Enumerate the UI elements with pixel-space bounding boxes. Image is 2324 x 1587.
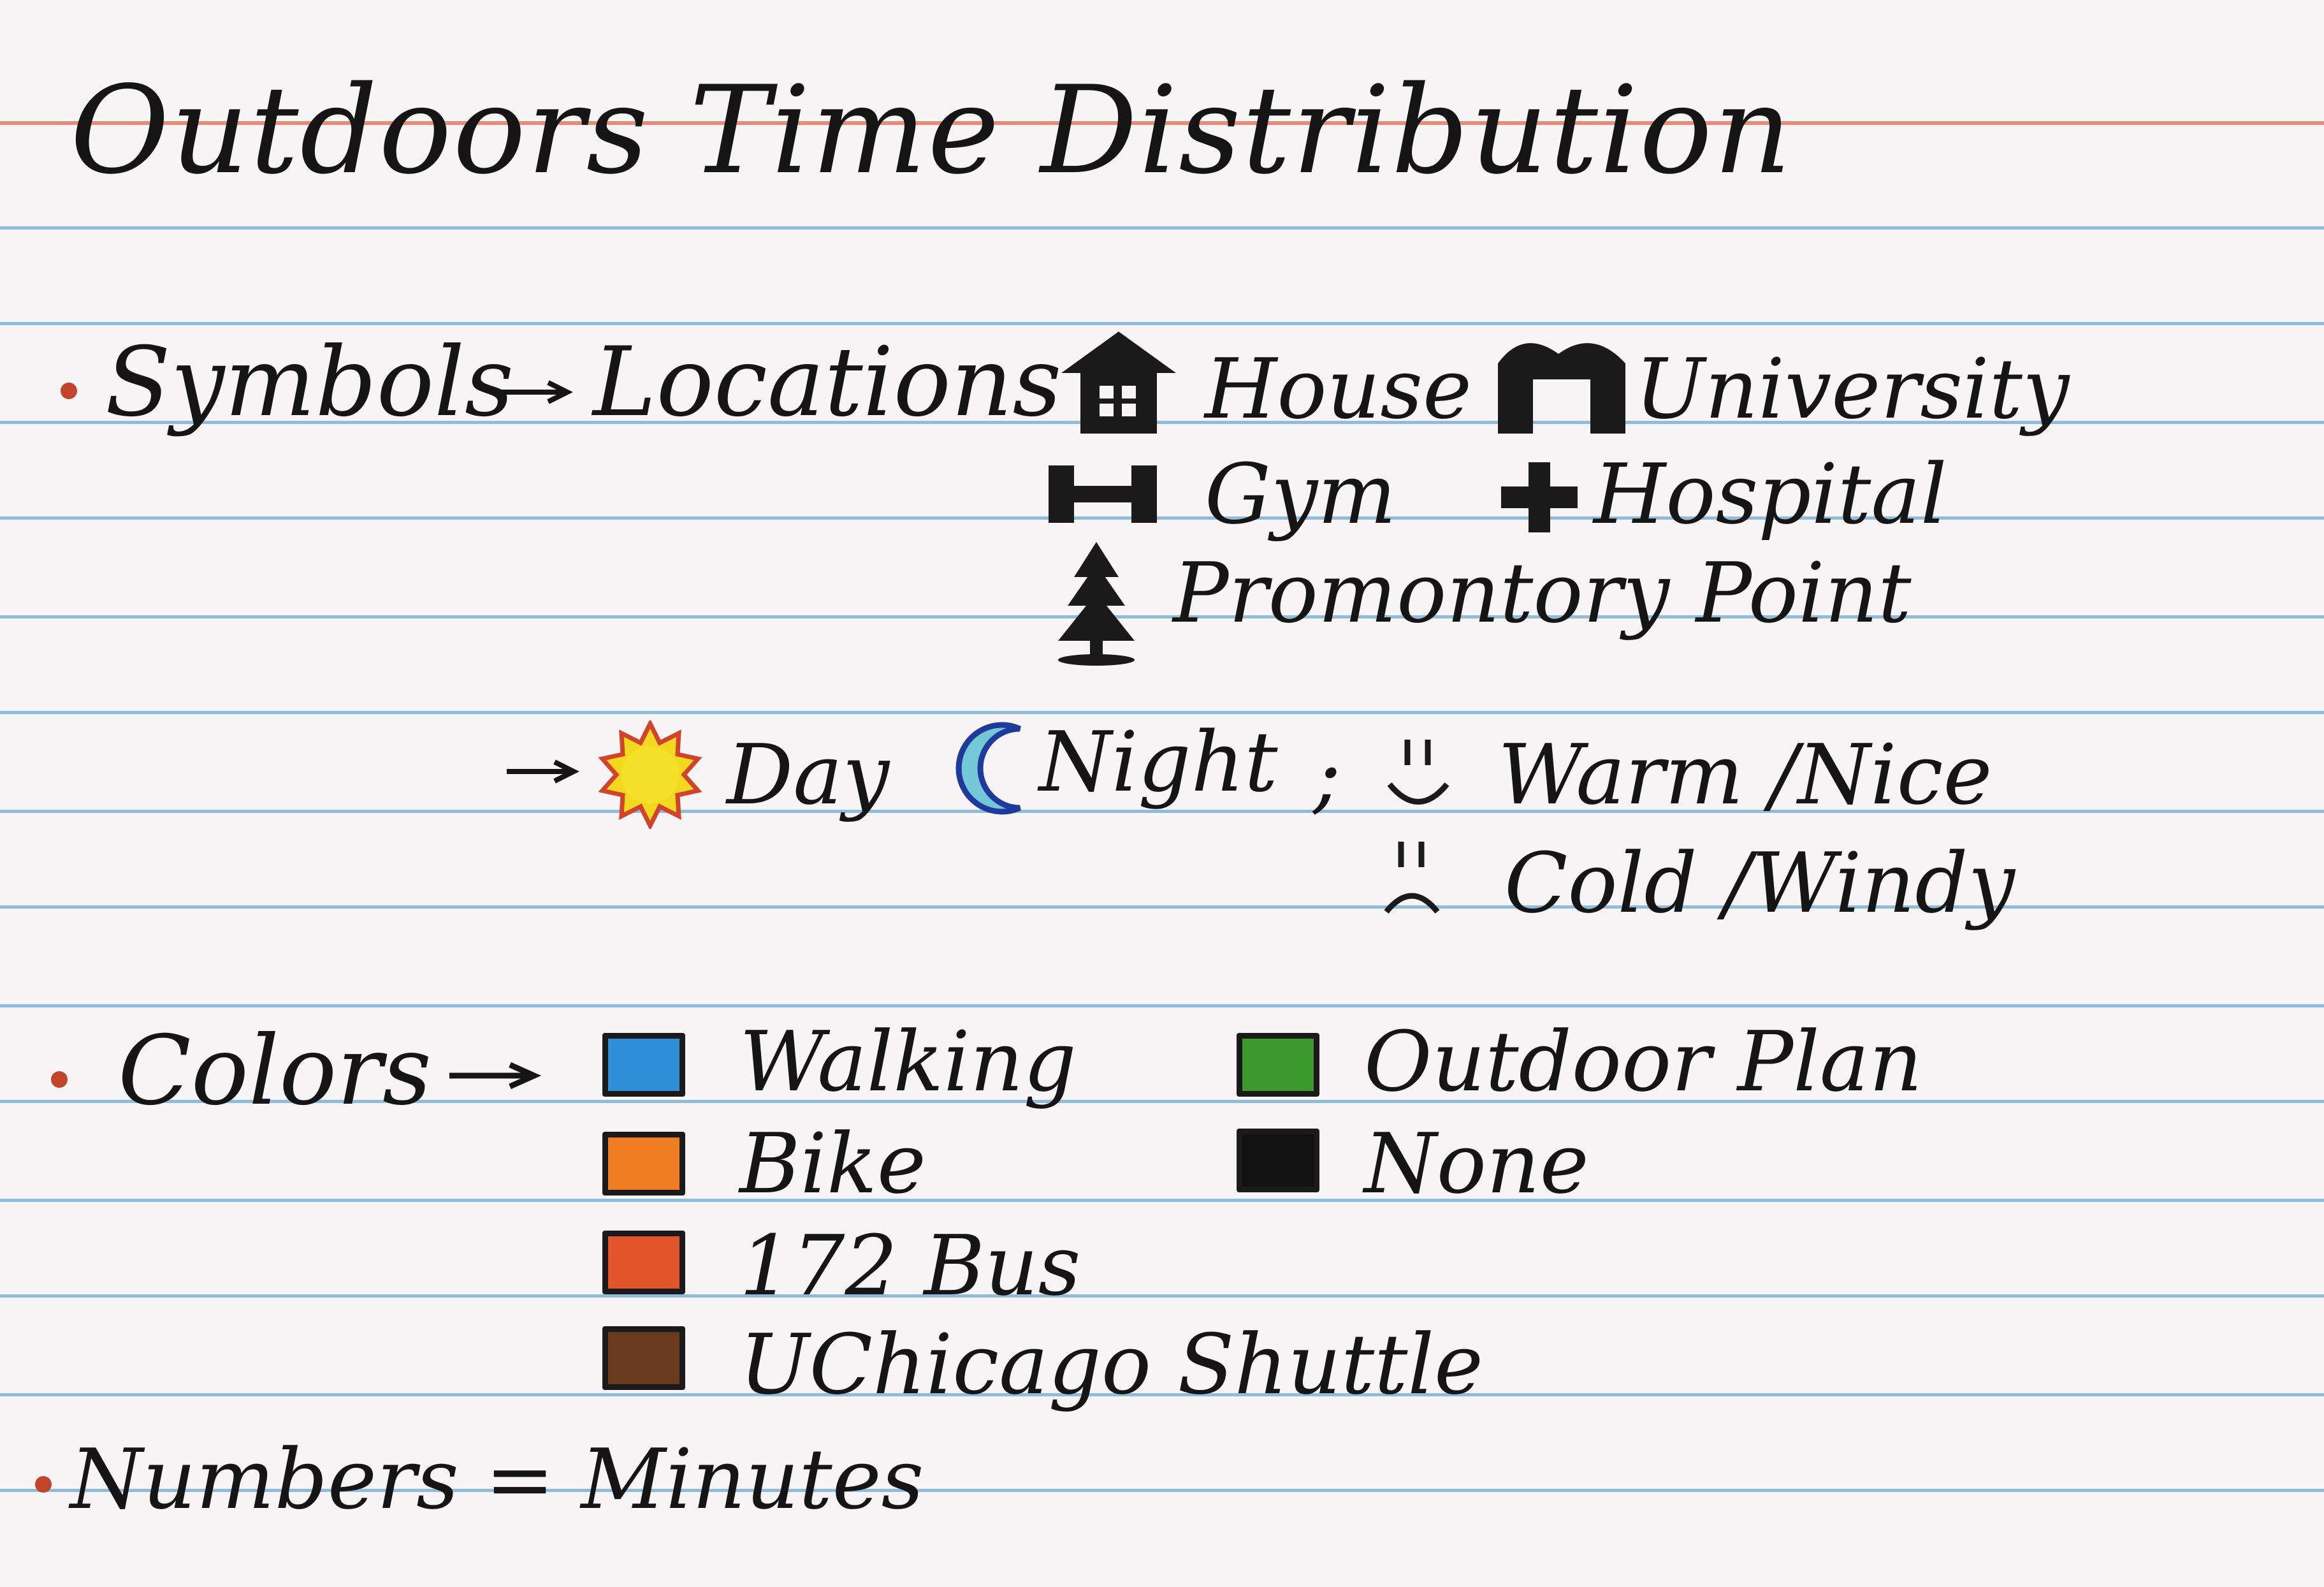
symbols-label: Symbols [105,327,514,438]
color-swatch-bike [602,1132,685,1196]
location-hospital-label: Hospital [1594,446,1947,543]
color-swatch-shuttle [602,1326,685,1390]
time-night-label: Night [1039,713,1278,810]
color-swatch-none [1237,1129,1319,1192]
location-gym-label: Gym [1205,446,1397,543]
rule-line [0,226,2324,230]
house-icon [1061,332,1176,434]
color-none-label: None [1364,1115,1589,1212]
arrow-icon [500,380,573,404]
rule-line [0,322,2324,325]
cross-icon [1501,462,1578,532]
rule-line [0,1004,2324,1007]
dumbbell-icon [1049,465,1157,523]
rule-line [0,1199,2324,1202]
tree-icon [1058,542,1135,666]
colors-label: Colors [118,1016,432,1127]
smile-icon [1387,740,1449,805]
bullet-point [35,1476,52,1493]
card-title: Outdoors Time Distribution [70,60,1793,201]
color-outdoor-plan-label: Outdoor Plan [1364,1013,1923,1110]
bullet-point [51,1071,68,1088]
arrow-icon [507,759,579,784]
location-promontory-label: Promontory Point [1173,545,1912,641]
moon-icon [955,722,1021,815]
bullet-point [61,383,77,399]
index-card: Outdoors Time Distribution Symbols Locat… [0,0,2324,1587]
location-house-label: House [1205,340,1472,437]
locations-label: Locations : [593,327,1124,438]
rule-line [0,1294,2324,1298]
color-bike-label: Bike [739,1115,926,1212]
arrow-icon [449,1062,542,1090]
numbers-label: Numbers = Minutes [70,1431,924,1528]
frown-icon [1384,842,1440,914]
rule-line [0,615,2324,618]
color-swatch-walking [602,1033,685,1097]
time-day-label: Day [727,726,890,823]
separator: ; [1313,726,1341,823]
rule-line [0,516,2324,520]
color-swatch-outdoor-plan [1237,1033,1319,1097]
color-swatch-bus [602,1231,685,1294]
color-walking-label: Walking [739,1013,1077,1110]
weather-warm-label: Warm /Nice [1498,726,1993,823]
sun-icon [598,720,702,829]
university-icon [1498,343,1625,434]
color-bus-label: 172 Bus [739,1217,1081,1314]
weather-cold-label: Cold /Windy [1504,835,2015,932]
location-university-label: University [1635,340,2070,437]
color-shuttle-label: UChicago Shuttle [739,1316,1483,1413]
